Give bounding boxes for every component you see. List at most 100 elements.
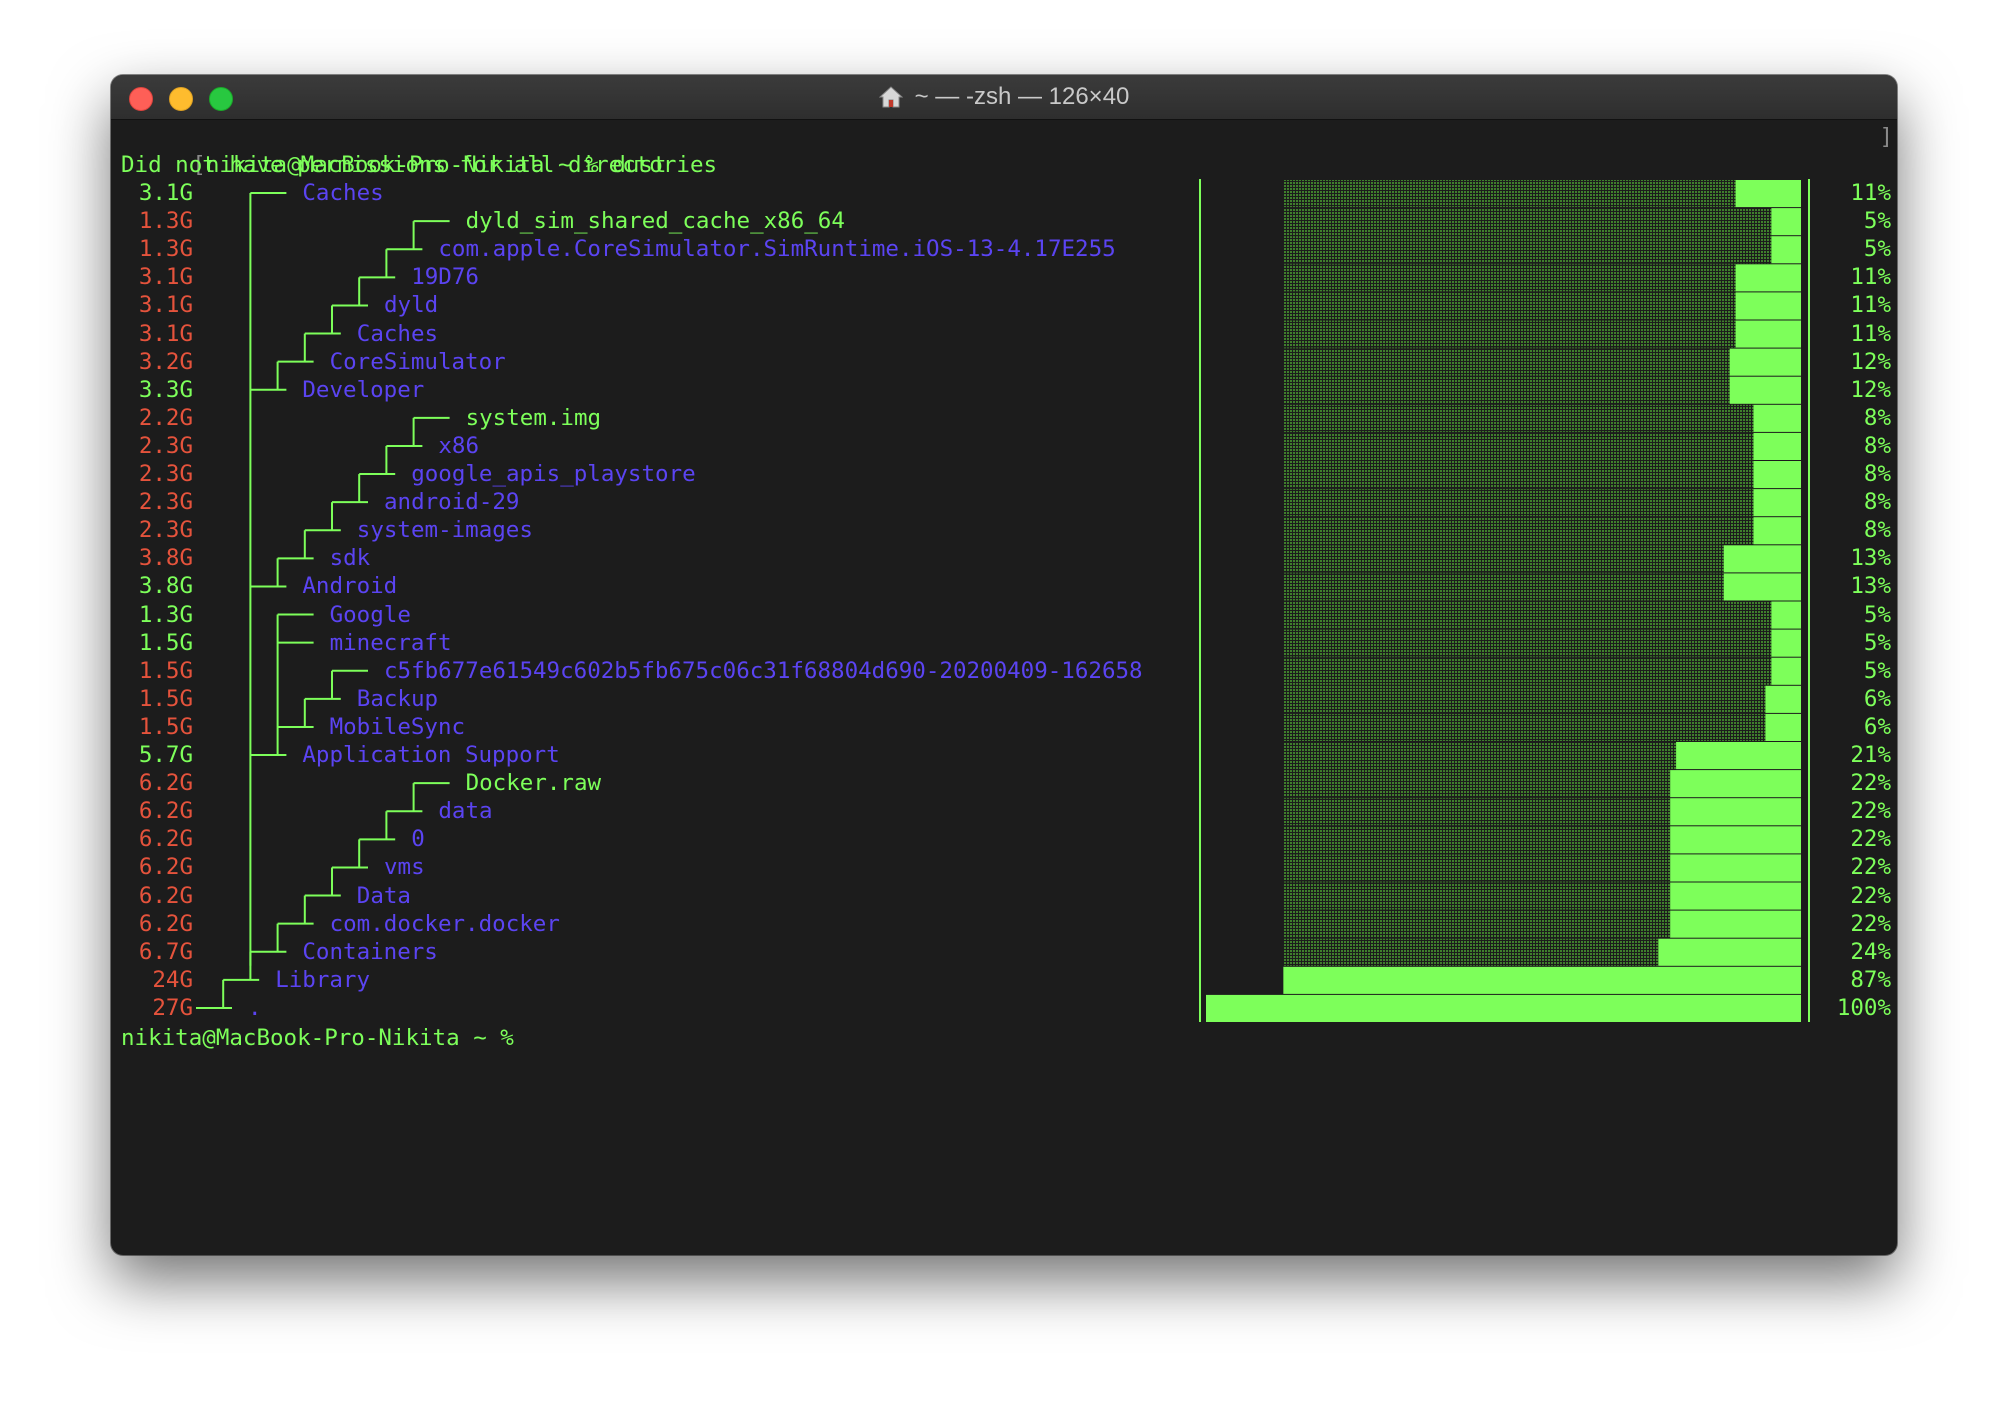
table-row: 6.2G vms 22% [111, 853, 1897, 881]
size-value: 1.5G [138, 657, 193, 684]
table-row: 1.3G dyld_sim_shared_cache_x86_64 5% [111, 207, 1897, 235]
entry-name: Android [302, 573, 398, 600]
table-row: 3.1G dyld 11% [111, 291, 1897, 319]
entry-name: Caches [356, 320, 439, 347]
percent-value: 22% [1850, 910, 1891, 937]
table-row: 2.3G android-29 8% [111, 488, 1897, 516]
table-row: 6.2G Docker.raw 22% [111, 769, 1897, 797]
table-row: 1.5G MobileSync 6% [111, 713, 1897, 741]
size-value: 1.5G [138, 629, 193, 656]
size-value: 1.5G [138, 685, 193, 712]
terminal-content[interactable]: [nikita@MacBook-Pro-Nikita ~ % dust ] Di… [111, 119, 1897, 1255]
table-row: 27G. 100% [111, 994, 1897, 1022]
percent-value: 12% [1850, 348, 1891, 375]
percent-value: 5% [1863, 629, 1891, 656]
size-value: 3.8G [138, 573, 193, 600]
percent-value: 12% [1850, 376, 1891, 403]
table-row: 1.5G minecraft 5% [111, 629, 1897, 657]
table-row: 3.8G sdk 13% [111, 544, 1897, 572]
size-value: 2.3G [138, 432, 193, 459]
percent-value: 5% [1863, 657, 1891, 684]
entry-name: Caches [302, 180, 384, 206]
percent-value: 5% [1863, 208, 1891, 235]
table-row: 2.3G system-images 8% [111, 516, 1897, 544]
entry-name: MobileSync [329, 713, 466, 740]
entry-name: Containers [302, 938, 438, 965]
percent-value: 11% [1850, 264, 1891, 291]
size-value: 3.1G [138, 264, 193, 291]
entry-name: Docker.raw [465, 770, 602, 797]
final-prompt[interactable]: nikita@MacBook-Pro-Nikita ~ % [121, 1024, 514, 1052]
entry-name: sdk [329, 545, 371, 572]
size-value: 6.2G [138, 854, 193, 881]
percent-value: 6% [1863, 713, 1891, 740]
percent-value: 22% [1850, 770, 1891, 797]
window-title: ~ — -zsh — 126×40 [914, 83, 1130, 110]
entry-name: x86 [438, 432, 480, 459]
table-row: 3.1G Caches 11% [111, 320, 1897, 348]
percent-value: 8% [1863, 489, 1891, 516]
size-value: 3.1G [138, 320, 193, 347]
percent-value: 6% [1863, 685, 1891, 712]
percent-value: 22% [1850, 882, 1891, 909]
size-value: 1.3G [138, 601, 193, 628]
percent-value: 8% [1863, 517, 1891, 544]
table-row: 5.7G Application Support 21% [111, 741, 1897, 769]
entry-name: dyld_sim_shared_cache_x86_64 [465, 208, 845, 235]
table-row: 1.5G Backup 6% [111, 685, 1897, 713]
size-value: 3.2G [138, 348, 193, 375]
entry-name: com.docker.docker [329, 910, 560, 937]
entry-name: CoreSimulator [329, 348, 506, 375]
percent-value: 13% [1850, 573, 1891, 600]
entry-name: Developer [302, 376, 425, 403]
percent-value: 21% [1850, 742, 1891, 768]
entry-name: Application Support [302, 742, 560, 768]
window-title-area: ~ — -zsh — 126×40 [111, 75, 1897, 119]
table-row: 6.2G 0 22% [111, 825, 1897, 853]
size-value: 2.3G [138, 517, 193, 544]
title-bar: ~ — -zsh — 126×40 [111, 75, 1897, 120]
percent-value: 22% [1850, 826, 1891, 853]
table-row: 1.5G c5fb677e61549c602b5fb675c06c31f68804… [111, 657, 1897, 685]
size-value: 2.3G [138, 489, 193, 516]
entry-name: . [248, 994, 262, 1021]
size-value: 3.8G [138, 545, 193, 572]
percent-value: 8% [1863, 461, 1891, 487]
percent-value: 22% [1850, 854, 1891, 881]
size-value: 1.3G [138, 208, 193, 235]
bracket-right: ] [1879, 124, 1893, 150]
entry-name: Google [329, 601, 411, 628]
entry-name: dyld [384, 292, 439, 319]
entry-name: system.img [465, 404, 602, 431]
entry-name: Backup [356, 685, 439, 712]
entry-name: system-images [356, 517, 533, 544]
table-row: 3.1G Caches 11% [111, 179, 1897, 207]
entry-name: vms [384, 854, 425, 881]
percent-value: 8% [1863, 432, 1891, 459]
entry-name: minecraft [329, 629, 452, 656]
percent-value: 11% [1850, 292, 1891, 319]
entry-name: Library [275, 966, 371, 993]
table-row: 3.1G 19D76 11% [111, 263, 1897, 291]
size-value: 1.3G [138, 236, 193, 263]
table-row: 3.2G CoreSimulator 12% [111, 348, 1897, 376]
size-value: 27G [152, 994, 193, 1021]
percent-value: 8% [1863, 404, 1891, 431]
permission-warning: Did not have permissions for all directo… [121, 152, 718, 178]
table-row: 6.2G data 22% [111, 797, 1897, 825]
percent-value: 22% [1850, 798, 1891, 825]
percent-value: 5% [1863, 601, 1891, 628]
table-row: 6.2G Data 22% [111, 882, 1897, 910]
size-value: 2.2G [138, 404, 193, 431]
size-value: 6.2G [138, 910, 193, 937]
entry-name: c5fb677e61549c602b5fb675c06c31f68804d690… [384, 657, 1143, 684]
entry-name: android-29 [384, 489, 520, 516]
entry-name: Data [356, 882, 411, 909]
size-value: 6.7G [138, 938, 193, 965]
percent-value: 13% [1850, 545, 1891, 572]
table-row: 2.2G system.img 8% [111, 404, 1897, 432]
table-row: 2.3G x86 8% [111, 432, 1897, 460]
table-row: 3.8G Android 13% [111, 572, 1897, 600]
size-value: 3.3G [138, 376, 193, 403]
table-row: 6.2G com.docker.docker 22% [111, 910, 1897, 938]
